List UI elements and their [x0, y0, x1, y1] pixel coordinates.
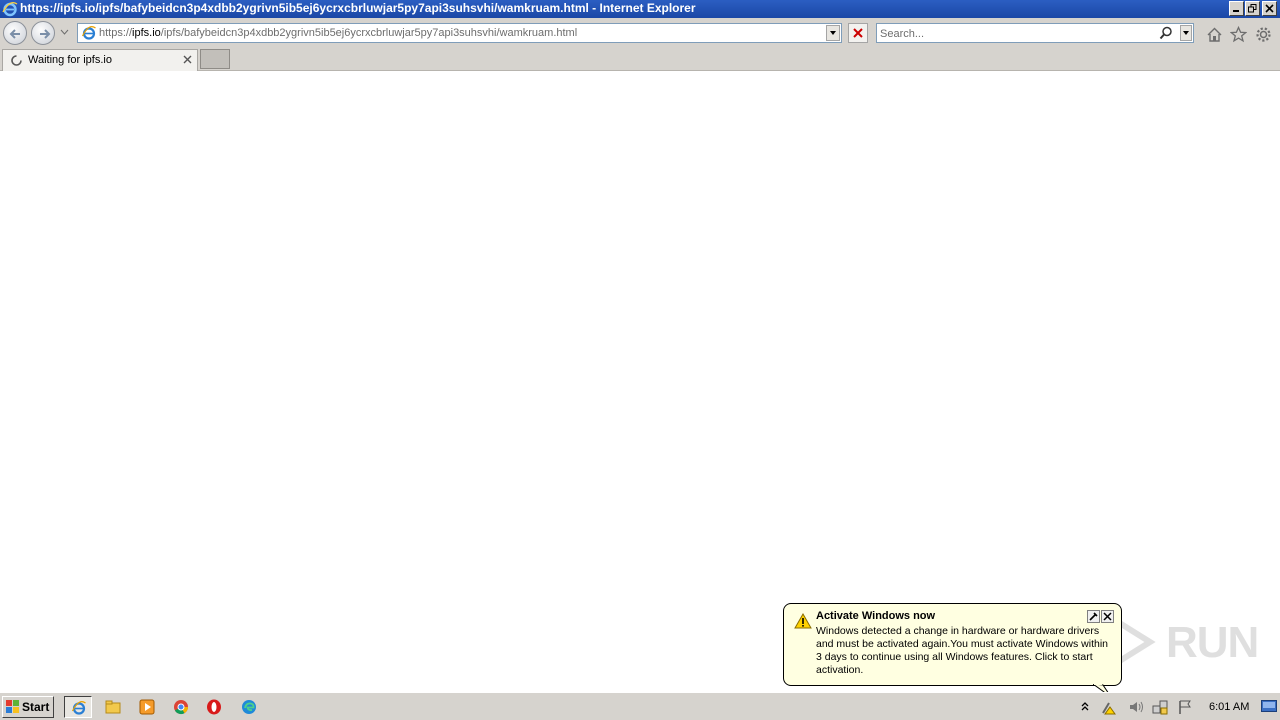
- taskbar-edge[interactable]: [235, 696, 263, 718]
- search-box[interactable]: [876, 23, 1194, 43]
- stop-button[interactable]: [848, 23, 868, 43]
- address-url: https://ipfs.io/ipfs/bafybeidcn3p4xdbb2y…: [99, 27, 578, 39]
- taskbar-chrome[interactable]: [167, 696, 195, 718]
- folder-icon: [105, 700, 121, 714]
- volume-speaker-icon[interactable]: [1128, 699, 1144, 715]
- chevron-down-icon: [830, 31, 836, 35]
- edge-icon: [242, 700, 256, 714]
- close-icon: [1103, 612, 1112, 621]
- search-provider-dropdown[interactable]: [1180, 25, 1192, 41]
- media-player-icon: [139, 699, 155, 715]
- show-hidden-icons-chevron-icon[interactable]: [1080, 701, 1090, 713]
- address-dropdown-button[interactable]: [826, 25, 840, 41]
- taskbar: Start 6:01 AM: [0, 692, 1280, 720]
- taskbar-opera[interactable]: [200, 696, 228, 718]
- activate-windows-balloon[interactable]: Activate Windows now Windows detected a …: [783, 603, 1122, 686]
- home-icon[interactable]: [1206, 26, 1223, 43]
- balloon-title: Activate Windows now: [816, 610, 936, 622]
- new-tab-button[interactable]: [200, 49, 230, 69]
- page-content-area[interactable]: [0, 71, 1280, 692]
- warning-icon: [794, 613, 812, 629]
- watermark-text: RUN: [1166, 618, 1259, 667]
- minimize-button[interactable]: [1229, 1, 1244, 16]
- start-label: Start: [22, 700, 50, 714]
- back-arrow-icon: [9, 29, 20, 39]
- opera-icon: [207, 699, 221, 715]
- balloon-close-button[interactable]: [1101, 610, 1114, 623]
- forward-button[interactable]: [31, 21, 55, 45]
- internet-explorer-icon: [71, 701, 86, 715]
- back-button[interactable]: [3, 21, 27, 45]
- internet-explorer-icon: [2, 1, 18, 17]
- recent-pages-dropdown-icon[interactable]: [60, 29, 69, 35]
- balloon-options-button[interactable]: [1087, 610, 1100, 623]
- forward-arrow-icon: [40, 29, 51, 39]
- window-titlebar[interactable]: https://ipfs.io/ipfs/bafybeidcn3p4xdbb2y…: [0, 0, 1280, 18]
- network-icon[interactable]: [1152, 699, 1168, 715]
- search-input[interactable]: [880, 26, 1150, 41]
- navigation-bar: https://ipfs.io/ipfs/bafybeidcn3p4xdbb2y…: [0, 18, 1280, 48]
- loading-spinner-icon: [11, 55, 22, 66]
- wrench-icon: [1089, 612, 1098, 621]
- tab-bar: Waiting for ipfs.io: [0, 48, 1280, 71]
- tab-ipfs[interactable]: Waiting for ipfs.io: [2, 49, 198, 71]
- window-title: https://ipfs.io/ipfs/bafybeidcn3p4xdbb2y…: [20, 1, 696, 15]
- search-icon[interactable]: [1159, 26, 1173, 40]
- favorites-star-icon[interactable]: [1230, 26, 1247, 43]
- action-center-flag-icon[interactable]: [1177, 699, 1193, 715]
- balloon-message[interactable]: Windows detected a change in hardware or…: [816, 625, 1116, 677]
- page-ie-icon: [81, 26, 96, 40]
- windows-flag-icon: [6, 700, 19, 713]
- chrome-icon: [174, 700, 189, 715]
- close-window-button[interactable]: [1262, 1, 1277, 16]
- taskbar-file-explorer[interactable]: [99, 696, 127, 718]
- tab-label: Waiting for ipfs.io: [28, 54, 112, 66]
- address-bar[interactable]: https://ipfs.io/ipfs/bafybeidcn3p4xdbb2y…: [77, 23, 842, 43]
- close-tab-icon[interactable]: [183, 55, 193, 65]
- chevron-down-icon: [1183, 31, 1189, 35]
- close-icon: [1265, 4, 1274, 13]
- stop-x-icon: [853, 28, 863, 38]
- start-button[interactable]: Start: [2, 696, 54, 718]
- taskbar-clock[interactable]: 6:01 AM: [1209, 701, 1249, 713]
- minimize-icon: [1233, 10, 1239, 12]
- restore-icon: [1248, 4, 1257, 13]
- show-desktop-icon[interactable]: [1261, 700, 1277, 714]
- taskbar-internet-explorer[interactable]: [64, 696, 92, 718]
- action-center-warning-icon[interactable]: [1100, 699, 1116, 715]
- settings-gear-icon[interactable]: [1255, 26, 1272, 43]
- taskbar-media-player[interactable]: [133, 696, 161, 718]
- restore-button[interactable]: [1245, 1, 1260, 16]
